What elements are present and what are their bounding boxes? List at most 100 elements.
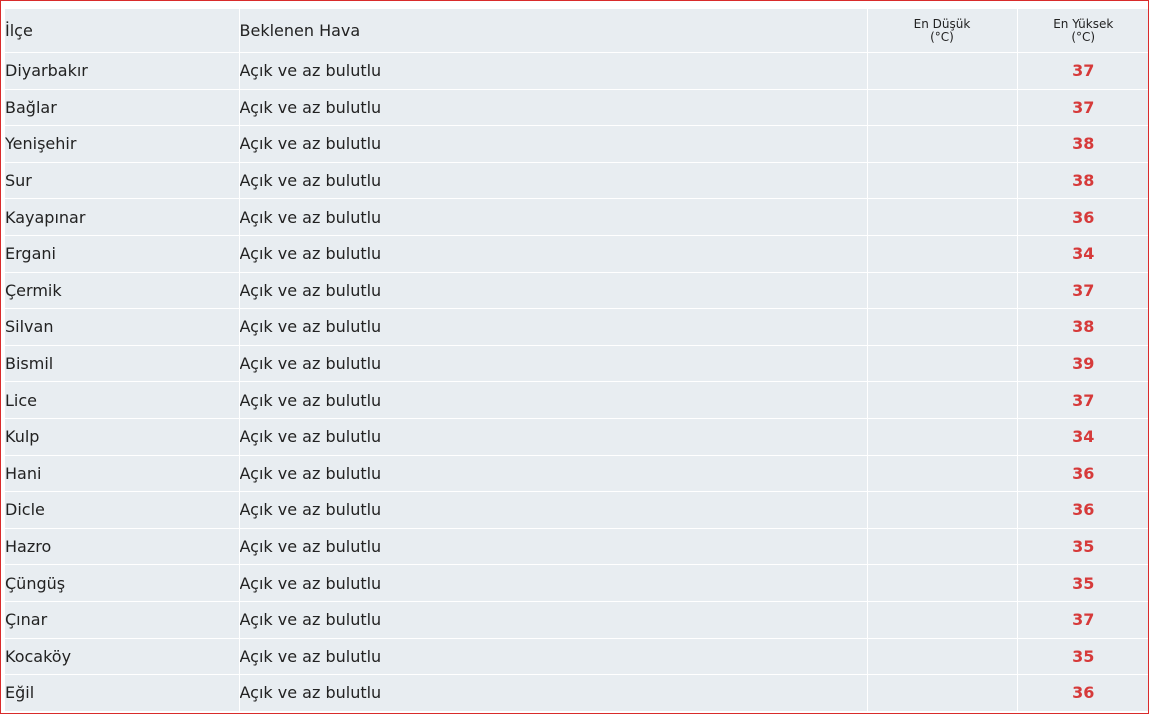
weather-cell: Açık ve az bulutlu [239, 528, 868, 566]
min-temp-cell [867, 345, 1018, 383]
min-temp-cell [867, 528, 1018, 566]
header-min-temp-unit: (°C) [930, 29, 954, 44]
min-temp-cell [867, 491, 1018, 529]
min-temp-cell [867, 455, 1018, 493]
weather-table-frame: İlçe Beklenen Hava En Düşük (°C) En Yüks… [0, 0, 1149, 714]
district-cell: Çermik [5, 272, 240, 310]
table-row: Hazro Açık ve az bulutlu 35 [5, 528, 1148, 566]
max-temp-cell: 37 [1017, 272, 1148, 310]
min-temp-cell [867, 52, 1018, 90]
header-max-temp-label: En Yüksek [1053, 16, 1114, 31]
weather-cell: Açık ve az bulutlu [239, 125, 868, 163]
header-max-temp: En Yüksek (°C) [1017, 9, 1148, 53]
weather-cell: Açık ve az bulutlu [239, 162, 868, 200]
min-temp-cell [867, 272, 1018, 310]
max-temp-cell: 36 [1017, 198, 1148, 236]
max-temp-cell: 36 [1017, 674, 1148, 712]
district-cell: Yenişehir [5, 125, 240, 163]
weather-cell: Açık ve az bulutlu [239, 491, 868, 529]
header-district: İlçe [5, 9, 240, 53]
max-temp-cell: 34 [1017, 235, 1148, 273]
header-min-temp: En Düşük (°C) [867, 9, 1018, 53]
table-row: Diyarbakır Açık ve az bulutlu 37 [5, 52, 1148, 90]
district-cell: Hazro [5, 528, 240, 566]
weather-cell: Açık ve az bulutlu [239, 638, 868, 676]
weather-cell: Açık ve az bulutlu [239, 345, 868, 383]
table-row: Kocaköy Açık ve az bulutlu 35 [5, 638, 1148, 676]
weather-cell: Açık ve az bulutlu [239, 308, 868, 346]
max-temp-cell: 37 [1017, 601, 1148, 639]
header-min-temp-label: En Düşük [913, 16, 971, 31]
table-row: Ergani Açık ve az bulutlu 34 [5, 235, 1148, 273]
header-expected-weather: Beklenen Hava [239, 9, 868, 53]
min-temp-cell [867, 308, 1018, 346]
min-temp-cell [867, 638, 1018, 676]
min-temp-cell [867, 89, 1018, 127]
max-temp-cell: 36 [1017, 491, 1148, 529]
header-row: İlçe Beklenen Hava En Düşük (°C) En Yüks… [5, 9, 1148, 53]
weather-cell: Açık ve az bulutlu [239, 564, 868, 602]
table-row: Sur Açık ve az bulutlu 38 [5, 162, 1148, 200]
max-temp-cell: 35 [1017, 528, 1148, 566]
min-temp-cell [867, 198, 1018, 236]
district-cell: Hani [5, 455, 240, 493]
table-row: Dicle Açık ve az bulutlu 36 [5, 491, 1148, 529]
max-temp-cell: 35 [1017, 638, 1148, 676]
district-cell: Lice [5, 381, 240, 419]
table-body: Diyarbakır Açık ve az bulutlu 37 Bağlar Açık… [5, 52, 1148, 712]
table-row: Kayapınar Açık ve az bulutlu 36 [5, 198, 1148, 236]
max-temp-cell: 36 [1017, 455, 1148, 493]
district-cell: Diyarbakır [5, 52, 240, 90]
header-max-temp-unit: (°C) [1071, 29, 1096, 44]
table-row: Çınar Açık ve az bulutlu 37 [5, 601, 1148, 639]
weather-cell: Açık ve az bulutlu [239, 418, 868, 456]
weather-cell: Açık ve az bulutlu [239, 674, 868, 712]
min-temp-cell [867, 381, 1018, 419]
table-row: Çüngüş Açık ve az bulutlu 35 [5, 564, 1148, 602]
min-temp-cell [867, 162, 1018, 200]
district-cell: Silvan [5, 308, 240, 346]
table-header: İlçe Beklenen Hava En Düşük (°C) En Yüks… [5, 9, 1148, 53]
max-temp-cell: 38 [1017, 162, 1148, 200]
max-temp-cell: 37 [1017, 52, 1148, 90]
max-temp-cell: 39 [1017, 345, 1148, 383]
min-temp-cell [867, 601, 1018, 639]
table-row: Hani Açık ve az bulutlu 36 [5, 455, 1148, 493]
district-cell: Bağlar [5, 89, 240, 127]
weather-cell: Açık ve az bulutlu [239, 601, 868, 639]
weather-cell: Açık ve az bulutlu [239, 235, 868, 273]
weather-cell: Açık ve az bulutlu [239, 455, 868, 493]
table-row: Kulp Açık ve az bulutlu 34 [5, 418, 1148, 456]
district-cell: Eğil [5, 674, 240, 712]
district-cell: Çınar [5, 601, 240, 639]
district-cell: Sur [5, 162, 240, 200]
weather-cell: Açık ve az bulutlu [239, 89, 868, 127]
table-row: Çermik Açık ve az bulutlu 37 [5, 272, 1148, 310]
min-temp-cell [867, 235, 1018, 273]
district-cell: Bismil [5, 345, 240, 383]
weather-cell: Açık ve az bulutlu [239, 198, 868, 236]
max-temp-cell: 35 [1017, 564, 1148, 602]
min-temp-cell [867, 418, 1018, 456]
district-cell: Kulp [5, 418, 240, 456]
district-cell: Kayapınar [5, 198, 240, 236]
weather-cell: Açık ve az bulutlu [239, 52, 868, 90]
max-temp-cell: 38 [1017, 308, 1148, 346]
min-temp-cell [867, 125, 1018, 163]
weather-cell: Açık ve az bulutlu [239, 381, 868, 419]
district-cell: Dicle [5, 491, 240, 529]
district-cell: Kocaköy [5, 638, 240, 676]
weather-forecast-table: İlçe Beklenen Hava En Düşük (°C) En Yüks… [5, 9, 1148, 712]
table-row: Lice Açık ve az bulutlu 37 [5, 381, 1148, 419]
weather-cell: Açık ve az bulutlu [239, 272, 868, 310]
table-row: Eğil Açık ve az bulutlu 36 [5, 674, 1148, 712]
min-temp-cell [867, 674, 1018, 712]
max-temp-cell: 38 [1017, 125, 1148, 163]
min-temp-cell [867, 564, 1018, 602]
table-row: Bağlar Açık ve az bulutlu 37 [5, 89, 1148, 127]
table-row: Yenişehir Açık ve az bulutlu 38 [5, 125, 1148, 163]
max-temp-cell: 37 [1017, 381, 1148, 419]
table-row: Bismil Açık ve az bulutlu 39 [5, 345, 1148, 383]
max-temp-cell: 37 [1017, 89, 1148, 127]
table-row: Silvan Açık ve az bulutlu 38 [5, 308, 1148, 346]
